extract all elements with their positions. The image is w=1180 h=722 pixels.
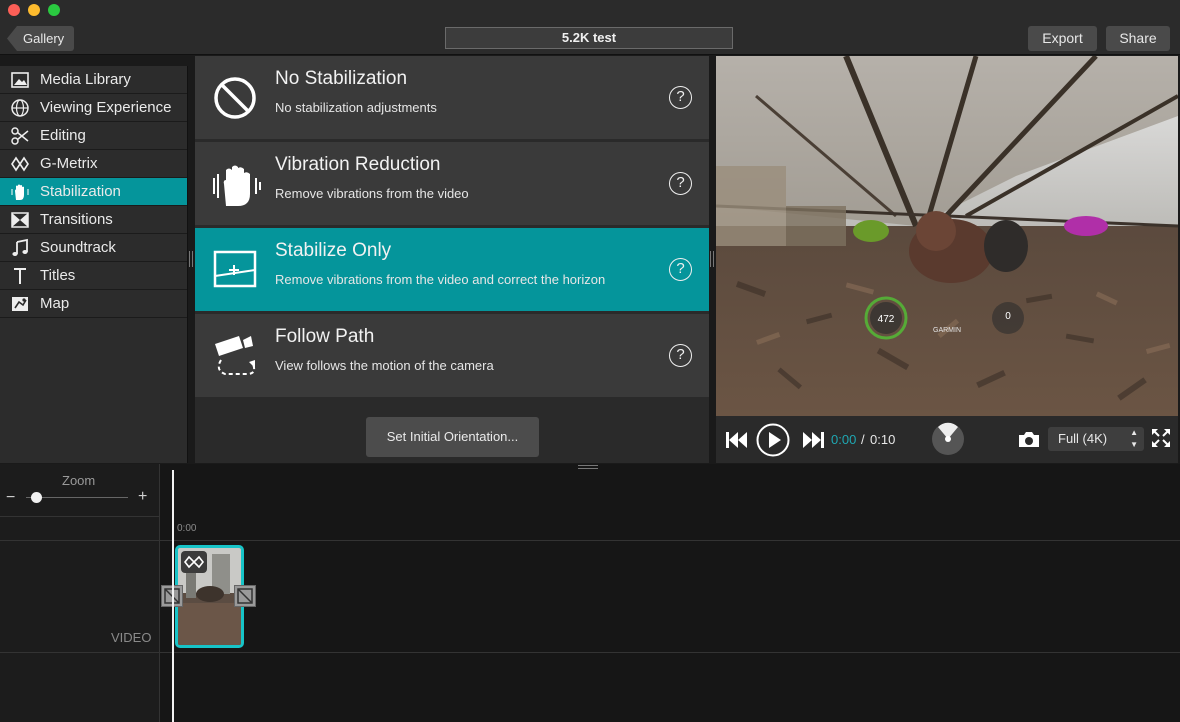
view-orientation-icon[interactable] xyxy=(931,422,965,456)
vibrating-hand-icon xyxy=(213,165,261,206)
map-icon xyxy=(0,294,40,314)
video-track-label: VIDEO xyxy=(111,630,152,645)
play-icon[interactable] xyxy=(756,423,790,457)
zoom-out-button[interactable]: − xyxy=(6,489,15,507)
select-arrows-icon: ▲ ▼ xyxy=(1130,428,1138,449)
speed-readout: 472 xyxy=(878,314,895,325)
scissors-icon xyxy=(0,126,40,146)
set-initial-orientation-button[interactable]: Set Initial Orientation... xyxy=(366,417,539,457)
divider xyxy=(0,516,160,517)
help-button[interactable]: ? xyxy=(669,86,692,109)
close-window-button[interactable] xyxy=(8,4,20,16)
preview-resize-handle[interactable] xyxy=(710,251,714,267)
video-preview[interactable]: 472 GARMIN 0 xyxy=(716,56,1178,416)
option-description: View follows the motion of the camera xyxy=(275,358,494,373)
gallery-back-button[interactable]: Gallery xyxy=(7,26,74,51)
garmin-watermark: GARMIN xyxy=(933,327,961,334)
zoom-in-button[interactable]: + xyxy=(138,488,147,506)
sidebar-resize-handle[interactable] xyxy=(189,251,193,267)
gauge-readout: 0 xyxy=(1005,311,1011,322)
option-title: Vibration Reduction xyxy=(275,154,441,175)
globe-icon xyxy=(0,98,40,118)
help-button[interactable]: ? xyxy=(669,258,692,281)
transition-icon xyxy=(237,588,253,604)
zoom-slider-knob[interactable] xyxy=(31,492,42,503)
sidebar-item-label: Soundtrack xyxy=(40,239,116,256)
fullscreen-icon[interactable] xyxy=(1151,428,1171,448)
sidebar-item-label: Titles xyxy=(40,267,76,284)
help-button[interactable]: ? xyxy=(669,344,692,367)
media-library-icon xyxy=(0,70,40,90)
zoom-label: Zoom xyxy=(62,473,96,488)
timeline-controls: Zoom − + VIDEO xyxy=(0,464,160,722)
total-time: 0:10 xyxy=(870,432,896,447)
horizon-frame-icon xyxy=(213,250,257,288)
playhead[interactable] xyxy=(172,470,174,722)
zoom-window-button[interactable] xyxy=(48,4,60,16)
title-bar: Gallery 5.2K test Export Share xyxy=(0,0,1180,55)
option-vibration-reduction[interactable]: Vibration Reduction Remove vibrations fr… xyxy=(195,142,709,225)
ruler-time-label: 0:00 xyxy=(177,523,197,534)
transition-out-button[interactable] xyxy=(234,585,256,607)
sidebar-item-titles[interactable]: Titles xyxy=(0,262,187,290)
sidebar-item-label: Viewing Experience xyxy=(40,99,172,116)
sidebar-item-transitions[interactable]: Transitions xyxy=(0,206,187,234)
sidebar-item-stabilization[interactable]: Stabilization xyxy=(0,178,187,206)
minimize-window-button[interactable] xyxy=(28,4,40,16)
option-description: No stabilization adjustments xyxy=(275,100,437,115)
sidebar-item-label: G-Metrix xyxy=(40,155,98,172)
sidebar-item-map[interactable]: Map xyxy=(0,290,187,318)
option-description: Remove vibrations from the video xyxy=(275,186,469,201)
time-separator: / xyxy=(861,432,865,447)
no-symbol-icon xyxy=(214,77,256,119)
sidebar-item-viewing-experience[interactable]: Viewing Experience xyxy=(0,94,187,122)
share-button[interactable]: Share xyxy=(1106,26,1170,51)
help-button[interactable]: ? xyxy=(669,172,692,195)
sidebar-item-label: Editing xyxy=(40,127,86,144)
camera-path-icon xyxy=(215,336,256,375)
option-description: Remove vibrations from the video and cor… xyxy=(275,272,606,287)
sidebar-item-label: Map xyxy=(40,295,70,312)
sidebar-item-g-metrix[interactable]: G-Metrix xyxy=(0,150,187,178)
sidebar-item-label: Transitions xyxy=(40,211,113,228)
quality-value: Full (4K) xyxy=(1058,431,1108,446)
sidebar-item-label: Stabilization xyxy=(40,183,121,200)
stabilization-options-panel: No Stabilization No stabilization adjust… xyxy=(195,56,709,463)
player-controls: 0:00 / 0:10 Full (4K) ▲ ▼ xyxy=(716,416,1178,463)
camera-snapshot-icon[interactable] xyxy=(1018,431,1040,448)
sidebar-item-soundtrack[interactable]: Soundtrack xyxy=(0,234,187,262)
timeline: Zoom − + VIDEO 0:00 xyxy=(0,464,1180,722)
gmetrix-badge-icon xyxy=(181,551,207,573)
music-note-icon xyxy=(0,238,40,258)
option-stabilize-only[interactable]: Stabilize Only Remove vibrations from th… xyxy=(195,228,709,311)
sidebar-item-media-library[interactable]: Media Library xyxy=(0,66,187,94)
divider xyxy=(0,652,1180,653)
sidebar: Media Library Viewing Experience Editing… xyxy=(0,66,188,463)
export-button[interactable]: Export xyxy=(1028,26,1097,51)
divider xyxy=(0,540,1180,541)
option-title: No Stabilization xyxy=(275,68,408,89)
current-time: 0:00 xyxy=(831,432,857,447)
skip-to-end-icon[interactable] xyxy=(802,431,824,449)
text-t-icon xyxy=(0,266,40,286)
option-no-stabilization[interactable]: No Stabilization No stabilization adjust… xyxy=(195,56,709,139)
skip-to-start-icon[interactable] xyxy=(726,431,748,449)
timeline-resize-handle[interactable] xyxy=(578,465,598,469)
hand-icon xyxy=(0,182,40,202)
sidebar-item-editing[interactable]: Editing xyxy=(0,122,187,150)
option-follow-path[interactable]: Follow Path View follows the motion of t… xyxy=(195,314,709,397)
option-title: Stabilize Only xyxy=(275,240,392,261)
bowtie-icon xyxy=(0,210,40,230)
video-frame-image: 472 GARMIN 0 xyxy=(716,56,1178,416)
gmetrix-icon xyxy=(0,154,40,174)
project-title: 5.2K test xyxy=(445,27,733,49)
option-title: Follow Path xyxy=(275,326,375,347)
sidebar-item-label: Media Library xyxy=(40,71,131,88)
quality-select[interactable]: Full (4K) ▲ ▼ xyxy=(1048,427,1144,451)
